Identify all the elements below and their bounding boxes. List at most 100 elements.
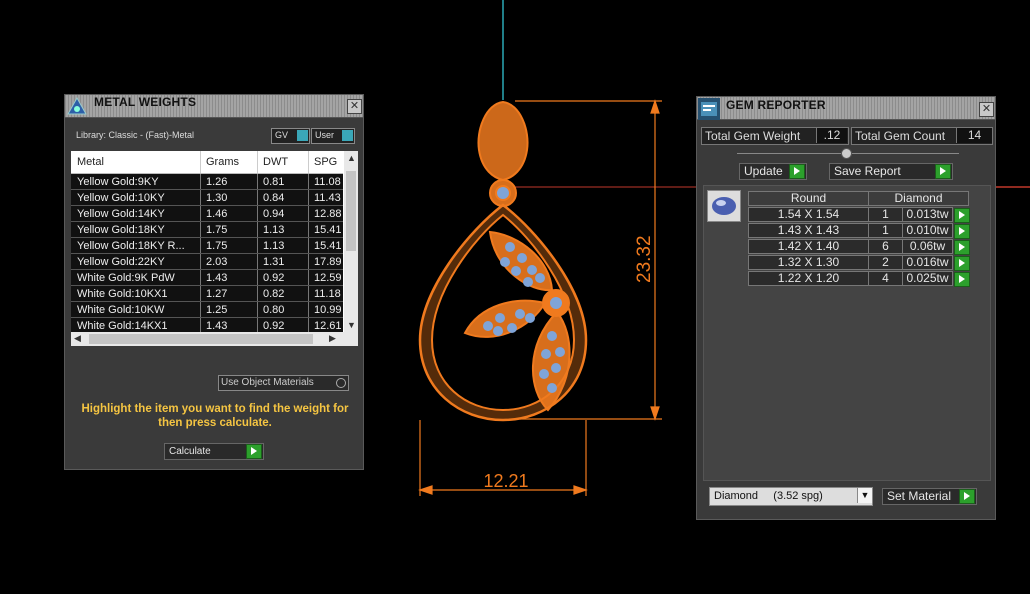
gem-list-area: Round Diamond 1.54 X 1.54 1 0.013tw 1.43 X 1.… <box>703 185 991 481</box>
table-cell: 12.59 <box>314 272 342 284</box>
calculate-button[interactable]: Calculate <box>164 443 264 460</box>
table-cell: 10.99 <box>314 304 342 316</box>
update-button[interactable]: Update <box>739 163 807 180</box>
save-report-button[interactable]: Save Report <box>829 163 953 180</box>
size-slider[interactable] <box>737 148 959 159</box>
table-cell: 1.75 <box>206 240 228 252</box>
set-material-button[interactable]: Set Material <box>882 488 977 505</box>
table-cell: White Gold:9K PdW <box>77 272 175 284</box>
table-cell: 1.30 <box>206 192 228 204</box>
table-cell: White Gold:10KX1 <box>77 288 168 300</box>
table-row[interactable]: Yellow Gold:22KY 2.03 1.31 17.89 <box>71 254 343 270</box>
table-cell: 15.41 <box>314 224 342 236</box>
table-cell: 0.84 <box>263 192 285 204</box>
panel-title: GEM REPORTER <box>726 98 826 112</box>
total-gem-count-value: 14 <box>956 128 992 143</box>
table-cell: 11.18 <box>314 288 341 300</box>
play-icon <box>246 444 262 459</box>
gem-size-cell: 1.32 X 1.30 <box>748 255 869 270</box>
table-cell: 0.94 <box>263 208 285 220</box>
table-row[interactable]: Yellow Gold:9KY 1.26 0.81 11.08 <box>71 174 343 190</box>
select-gem-button[interactable] <box>954 240 970 255</box>
table-row[interactable]: Yellow Gold:18KY 1.75 1.13 15.41 <box>71 222 343 238</box>
vertical-scrollbar[interactable]: ▲ ▼ <box>344 151 358 346</box>
table-cell: 1.25 <box>206 304 228 316</box>
table-row[interactable]: Yellow Gold:18KY R... 1.75 1.13 15.41 <box>71 238 343 254</box>
chevron-down-icon: ▼ <box>857 488 872 503</box>
table-cell: 1.43 <box>206 272 228 284</box>
table-cell: 1.27 <box>206 288 228 300</box>
table-cell: 12.61 <box>314 320 342 332</box>
gem-weight-cell: 0.016tw <box>902 255 953 270</box>
table-cell: 11.43 <box>314 192 341 204</box>
select-gem-button[interactable] <box>954 256 970 271</box>
total-gem-weight-value: .12 <box>816 128 847 143</box>
table-row[interactable]: White Gold:10KW 1.25 0.80 10.99 <box>71 302 343 318</box>
table-row[interactable]: Yellow Gold:10KY 1.30 0.84 11.43 <box>71 190 343 206</box>
table-cell: Yellow Gold:10KY <box>77 192 165 204</box>
table-cell: Yellow Gold:22KY <box>77 256 165 268</box>
panel-title: METAL WEIGHTS <box>94 95 197 109</box>
table-cell: 1.13 <box>263 224 285 236</box>
close-icon[interactable]: ✕ <box>979 102 994 117</box>
metal-table[interactable]: Metal Grams DWT SPG Yellow Gold:9KY 1.26 0… <box>71 151 358 346</box>
horizontal-scrollbar[interactable]: ◀ ▶ <box>71 332 358 346</box>
gem-size-cell: 1.54 X 1.54 <box>748 207 869 222</box>
metal-weights-icon <box>66 96 88 118</box>
gem-count-cell: 6 <box>868 239 903 254</box>
material-select[interactable]: Diamond (3.52 spg) ▼ <box>709 487 873 506</box>
play-icon <box>789 164 805 179</box>
table-cell: Yellow Gold:18KY <box>77 224 165 236</box>
gv-toggle[interactable]: GV <box>271 128 310 144</box>
slider-handle[interactable] <box>841 148 852 159</box>
gem-count-cell: 4 <box>868 271 903 286</box>
table-cell: 1.26 <box>206 176 228 188</box>
total-gem-count: Total Gem Count 14 <box>851 127 993 145</box>
height-dimension-label: 23.32 <box>634 235 655 283</box>
table-cell: 0.82 <box>263 288 285 300</box>
gem-count-cell: 2 <box>868 255 903 270</box>
select-gem-button[interactable] <box>954 272 970 287</box>
gem-weight-cell: 0.010tw <box>902 223 953 238</box>
table-cell: 0.92 <box>263 320 285 332</box>
table-row[interactable]: White Gold:10KX1 1.27 0.82 11.18 <box>71 286 343 302</box>
instructions-text: Highlight the item you want to find the … <box>81 403 349 429</box>
table-cell: 1.46 <box>206 208 228 220</box>
close-icon[interactable]: ✕ <box>347 99 362 114</box>
table-cell: White Gold:10KW <box>77 304 165 316</box>
play-icon <box>935 164 951 179</box>
table-row[interactable]: White Gold:9K PdW 1.43 0.92 12.59 <box>71 270 343 286</box>
table-cell: White Gold:14KX1 <box>77 320 168 332</box>
gem-weight-cell: 0.06tw <box>902 239 953 254</box>
column-header-material: Diamond <box>868 191 969 206</box>
column-header-shape: Round <box>748 191 869 206</box>
table-cell: 0.92 <box>263 272 285 284</box>
table-row[interactable]: Yellow Gold:14KY 1.46 0.94 12.88 <box>71 206 343 222</box>
gem-count-cell: 1 <box>868 223 903 238</box>
table-cell: 15.41 <box>314 240 342 252</box>
gem-reporter-icon <box>698 98 720 120</box>
table-cell: 1.31 <box>263 256 285 268</box>
table-cell: 1.13 <box>263 240 285 252</box>
table-cell: 0.80 <box>263 304 285 316</box>
gem-thumbnail-icon <box>707 190 741 222</box>
width-dimension-label: 12.21 <box>483 471 529 491</box>
gem-reporter-panel: GEM REPORTER ✕ Total Gem Weight .12 Tota… <box>696 96 996 520</box>
metal-table-header: Metal Grams DWT SPG <box>71 151 343 174</box>
gem-size-cell: 1.42 X 1.40 <box>748 239 869 254</box>
play-icon <box>959 489 975 504</box>
library-label: Library: Classic - (Fast)-Metal <box>76 130 195 140</box>
table-cell: 12.88 <box>314 208 342 220</box>
metal-weights-panel: METAL WEIGHTS ✕ Library: Classic - (Fast… <box>64 94 364 470</box>
user-toggle[interactable]: User <box>311 128 355 144</box>
total-gem-weight: Total Gem Weight .12 <box>701 127 849 145</box>
use-object-materials-checkbox[interactable]: Use Object Materials <box>218 375 349 391</box>
gem-size-cell: 1.22 X 1.20 <box>748 271 869 286</box>
table-cell: Yellow Gold:9KY <box>77 176 159 188</box>
table-cell: 1.75 <box>206 224 228 236</box>
select-gem-button[interactable] <box>954 208 970 223</box>
gem-count-cell: 1 <box>868 207 903 222</box>
gem-weight-cell: 0.025tw <box>902 271 953 286</box>
gem-size-cell: 1.43 X 1.43 <box>748 223 869 238</box>
select-gem-button[interactable] <box>954 224 970 239</box>
